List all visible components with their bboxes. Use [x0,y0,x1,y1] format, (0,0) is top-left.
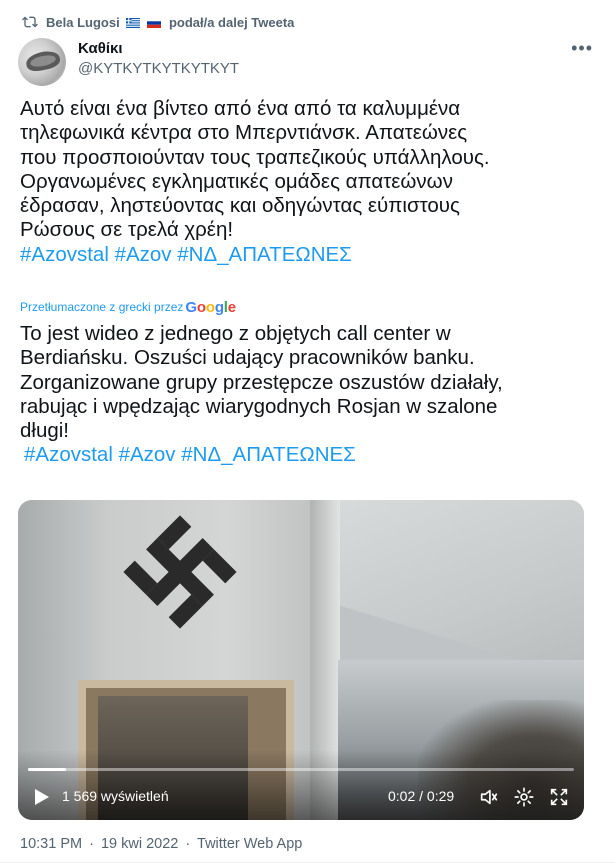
translation-label: Przetłumaczone z grecki przez [20,300,184,314]
video-controls: 1 569 wyświetleń 0:02 / 0:29 [18,784,584,810]
tweet-time[interactable]: 10:31 PM [20,836,82,852]
tweet-header: Καθίκι @KYTKYTKYTKYTKYT ••• [18,38,597,88]
retweeter-name[interactable]: Bela Lugosi [46,15,161,30]
tweet-text-original: Αυτό είναι ένα βίντεο από ένα από τα καλ… [20,97,595,267]
author-handle[interactable]: @KYTKYTKYTKYTKYT [78,60,239,77]
retweet-icon [22,16,38,28]
separator: · [185,836,191,852]
view-count: 1 569 wyświetleń [62,788,169,804]
tweet-text-translated: To jest wideo z jednego z objętych call … [20,322,595,468]
russia-flag-icon [146,18,161,29]
translation-notice[interactable]: Przetłumaczone z grecki przez Google [20,297,236,317]
volume-icon[interactable] [478,786,500,808]
video-frame-ceiling [318,500,584,680]
greece-flag-icon [126,18,141,29]
divider [0,862,615,863]
video-progress-bar[interactable] [28,768,574,771]
tweet-date[interactable]: 19 kwi 2022 [101,836,178,852]
settings-icon[interactable] [513,786,535,808]
retweet-context: Bela Lugosi podał/a dalej Tweeta [22,12,294,32]
tweet-client[interactable]: Twitter Web App [197,836,302,852]
video-progress-fill [28,768,66,771]
avatar[interactable] [18,38,66,86]
separator: · [89,836,94,852]
tweet-text-polish: To jest wideo z jednego z objętych call … [20,322,503,443]
author-display-name[interactable]: Καθίκι [78,40,123,57]
video-player[interactable]: 1 569 wyświetleń 0:02 / 0:29 [18,500,584,820]
tweet-metadata: 10:31 PM · 19 kwi 2022 · Twitter Web App [20,836,302,852]
video-time: 0:02 / 0:29 [388,788,455,804]
hashtags-polish[interactable]: #Azovstal #Azov #ΝΔ_ΑΠΑΤΕΩΝΕΣ [20,443,595,467]
google-logo: Google [185,298,236,316]
tweet-text-greek: Αυτό είναι ένα βίντεο από ένα από τα καλ… [20,97,490,242]
retweet-suffix: podał/a dalej Tweeta [168,14,295,30]
play-icon[interactable] [34,788,50,806]
hashtags-greek[interactable]: #Azovstal #Azov #ΝΔ_ΑΠΑΤΕΩΝΕΣ [20,243,595,267]
fullscreen-icon[interactable] [548,786,570,808]
more-icon[interactable]: ••• [571,38,593,59]
